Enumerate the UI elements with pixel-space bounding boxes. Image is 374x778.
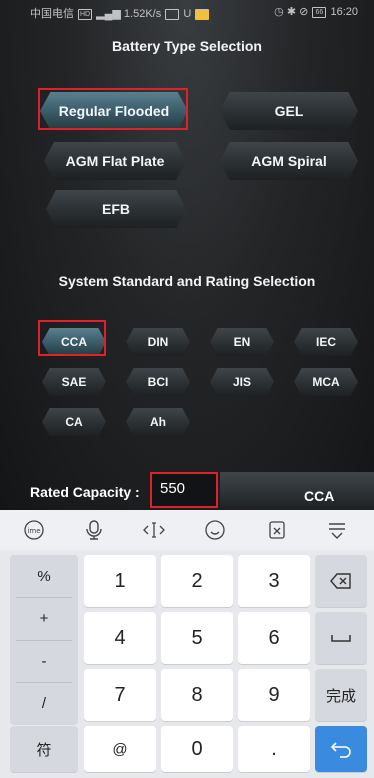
enter-key[interactable] [315,726,367,772]
key-plus[interactable]: + [10,597,78,639]
backspace-key[interactable] [315,555,367,607]
standard-option-cca[interactable]: CCA [42,328,106,356]
alarm-icon: ◷ [274,6,284,18]
standard-option-iec[interactable]: IEC [294,328,358,356]
standard-option-jis[interactable]: JIS [210,368,274,396]
standard-option-ah[interactable]: Ah [126,408,190,436]
rated-capacity-unit[interactable]: CCA [220,472,374,510]
app-notification-icon: U [183,8,192,20]
mute-icon: ⊘ [299,6,309,18]
space-icon [331,635,351,642]
standard-option-bci[interactable]: BCI [126,368,190,396]
key-slash[interactable]: / [10,682,78,724]
key-minus[interactable]: - [10,640,78,682]
battery-option-regular-flooded[interactable]: Regular Flooded [40,92,188,130]
key-1[interactable]: 1 [84,555,156,607]
standard-option-ca[interactable]: CA [42,408,106,436]
status-left: 中国电信 HD ▂▄▆ 1.52K/s U [30,5,210,21]
clock: 16:20 [330,6,358,18]
key-6[interactable]: 6 [238,612,310,664]
emoji-icon[interactable] [203,518,227,542]
key-dot[interactable]: . [238,726,310,772]
backspace-icon [330,573,351,589]
microphone-icon[interactable] [82,518,106,542]
clipboard-icon[interactable] [265,518,289,542]
battery-option-agm-flat-plate[interactable]: AGM Flat Plate [44,142,186,180]
hd-icon: HD [78,8,93,20]
app-screen: 中国电信 HD ▂▄▆ 1.52K/s U ◷ ✱ ⊘ 66 16:20 Bat… [0,0,374,510]
standard-heading: System Standard and Rating Selection [58,273,316,289]
key-9[interactable]: 9 [238,669,310,721]
key-8[interactable]: 8 [161,669,233,721]
battery-type-heading: Battery Type Selection [112,38,262,54]
key-percent[interactable]: % [10,555,78,597]
cursor-icon[interactable] [142,518,166,542]
rated-capacity-input[interactable]: 550 [150,472,218,506]
standard-option-en[interactable]: EN [210,328,274,356]
symbols-key[interactable]: 符 [10,726,78,772]
symbol-column: % + - / [10,555,78,725]
standard-option-sae[interactable]: SAE [42,368,106,396]
input-method-icon[interactable]: ime [22,518,46,542]
done-key[interactable]: 完成 [315,669,367,721]
keyboard-toolbar: ime [0,510,374,550]
network-speed: 1.52K/s [123,8,162,20]
key-4[interactable]: 4 [84,612,156,664]
battery-icon: 66 [312,6,327,18]
status-right: ◷ ✱ ⊘ 66 16:20 [274,5,358,18]
signal-icon: ▂▄▆ [96,8,121,20]
key-3[interactable]: 3 [238,555,310,607]
rated-capacity-label: Rated Capacity : [30,484,140,500]
notification-icon [195,8,210,20]
standard-option-mca[interactable]: MCA [294,368,358,396]
standard-option-din[interactable]: DIN [126,328,190,356]
key-7[interactable]: 7 [84,669,156,721]
space-key[interactable] [315,612,367,664]
status-bar: 中国电信 HD ▂▄▆ 1.52K/s U ◷ ✱ ⊘ 66 16:20 [0,0,374,24]
enter-icon [330,742,351,758]
key-2[interactable]: 2 [161,555,233,607]
battery-option-gel[interactable]: GEL [220,92,358,130]
carrier-label: 中国电信 [30,8,74,20]
key-5[interactable]: 5 [161,612,233,664]
key-0[interactable]: 0 [161,726,233,772]
bluetooth-icon: ✱ [286,6,297,18]
battery-option-agm-spiral[interactable]: AGM Spiral [220,142,358,180]
key-at[interactable]: @ [84,726,156,772]
collapse-keyboard-icon[interactable] [325,518,349,542]
message-icon [165,8,180,20]
battery-option-efb[interactable]: EFB [46,190,186,228]
svg-text:ime: ime [27,527,40,535]
